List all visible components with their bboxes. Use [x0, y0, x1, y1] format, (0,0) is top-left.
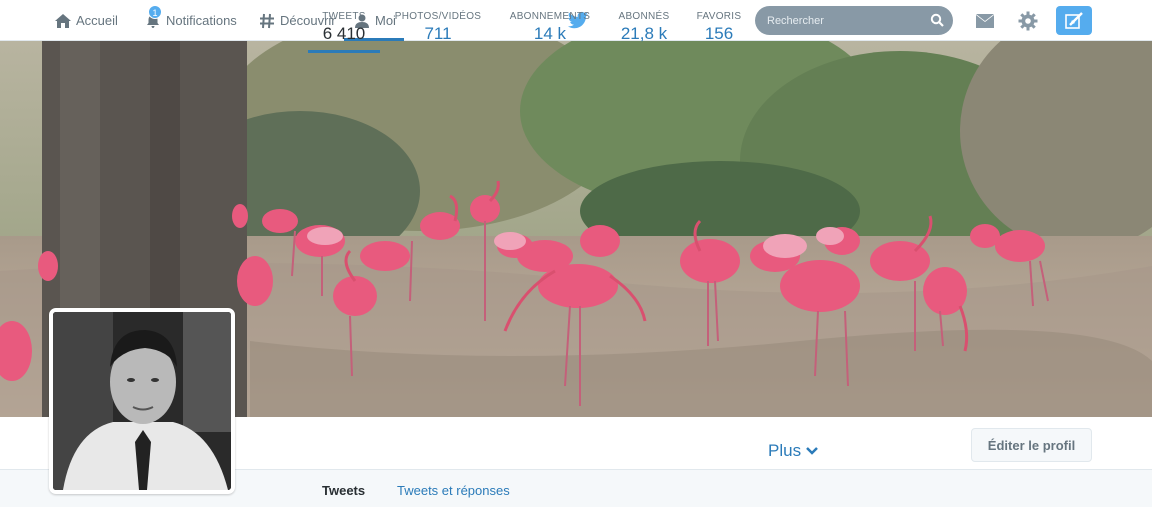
stat-photos-videos-value: 711	[424, 24, 452, 43]
gear-icon	[1018, 11, 1038, 31]
nav-notifications[interactable]: 1 Notifications	[143, 0, 237, 41]
stat-favorites-label: FAVORIS	[696, 11, 742, 22]
stat-tweets-value: 6 410	[322, 24, 366, 43]
avatar-photo	[53, 312, 231, 490]
chevron-down-icon	[806, 447, 818, 455]
stat-followers-label: ABONNÉS	[618, 11, 670, 22]
nav-home-label: Accueil	[76, 13, 118, 28]
stat-tweets[interactable]: TWEETS 6 410	[308, 0, 380, 53]
stat-following-label: ABONNEMENTS	[509, 11, 591, 22]
compose-tweet-button[interactable]	[1056, 6, 1092, 35]
search-box[interactable]	[755, 6, 953, 35]
stat-photos-videos-label: PHOTOS/VIDÉOS	[394, 11, 482, 22]
stat-followers-value: 21,8 k	[620, 24, 668, 43]
search-input[interactable]	[767, 14, 927, 27]
envelope-icon	[976, 14, 994, 28]
messages-button[interactable]	[973, 9, 997, 33]
quill-compose-icon	[1065, 11, 1083, 29]
hashtag-icon	[257, 11, 277, 31]
nav-home[interactable]: Accueil	[53, 0, 118, 41]
stat-following[interactable]: ABONNEMENTS 14 k	[503, 0, 597, 53]
tab-tweets-and-replies[interactable]: Tweets et réponses	[397, 483, 510, 498]
more-stats-dropdown[interactable]: Plus	[768, 441, 819, 461]
edit-profile-button[interactable]: Éditer le profil	[971, 428, 1092, 462]
home-icon	[53, 11, 73, 31]
profile-avatar[interactable]	[49, 308, 235, 494]
stat-following-value: 14 k	[533, 24, 567, 43]
notifications-badge: 1	[148, 4, 162, 19]
stat-followers[interactable]: ABONNÉS 21,8 k	[611, 0, 677, 53]
stat-favorites-value: 156	[704, 24, 734, 43]
settings-button[interactable]	[1016, 9, 1040, 33]
stat-tweets-label: TWEETS	[322, 11, 366, 22]
stat-favorites[interactable]: FAVORIS 156	[690, 0, 748, 53]
tab-tweets[interactable]: Tweets	[322, 483, 365, 498]
stat-photos-videos[interactable]: PHOTOS/VIDÉOS 711	[388, 0, 488, 53]
nav-notifications-label: Notifications	[166, 13, 237, 28]
more-stats-label: Plus	[768, 441, 802, 460]
bell-icon: 1	[143, 4, 163, 31]
search-icon[interactable]	[930, 13, 944, 27]
